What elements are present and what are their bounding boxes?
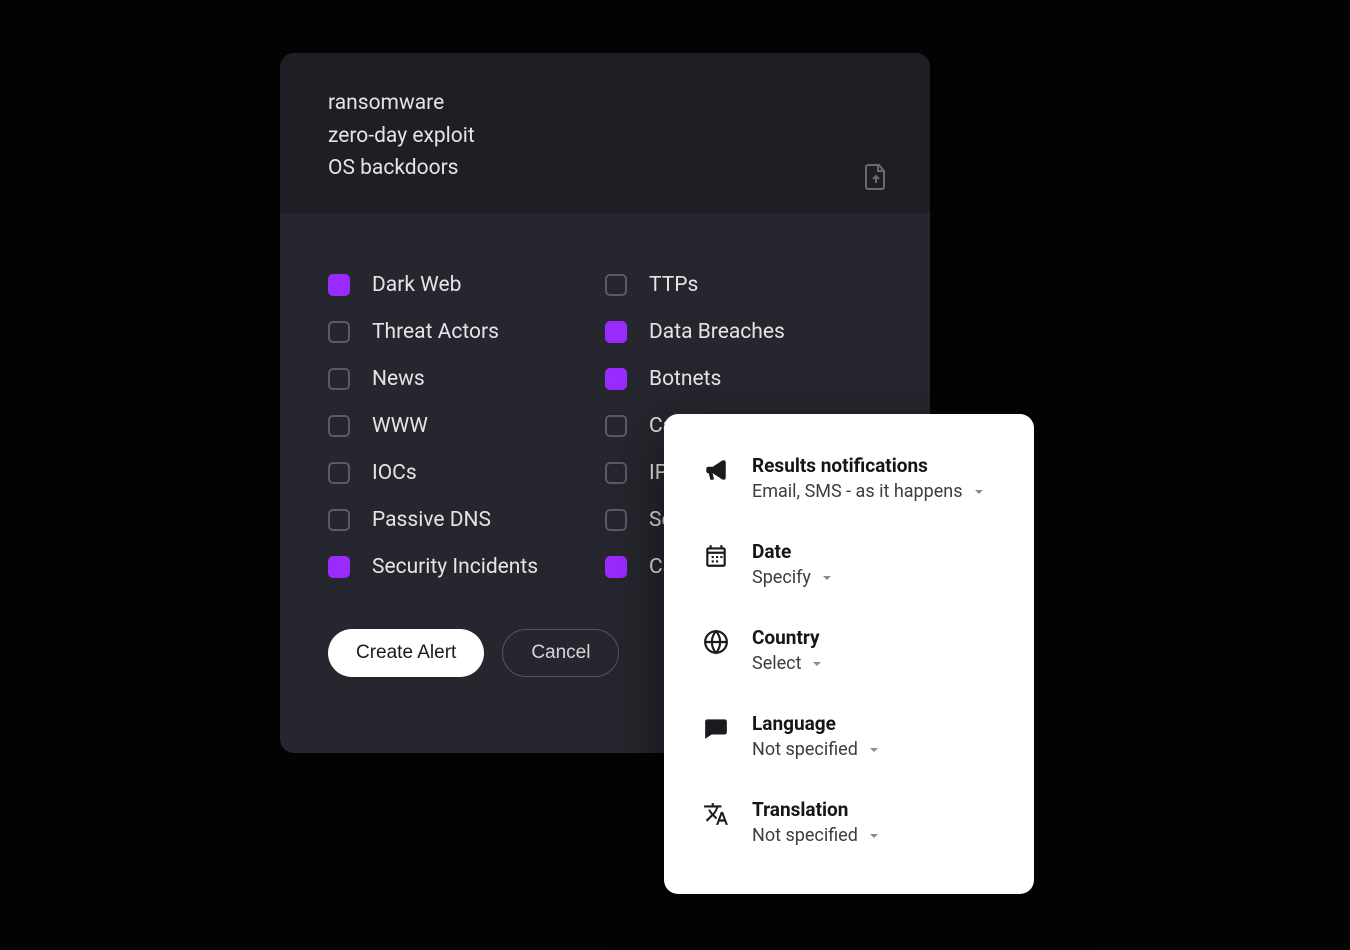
- checkbox[interactable]: [605, 556, 627, 578]
- chevron-down-icon: [811, 658, 823, 670]
- checkbox[interactable]: [328, 368, 350, 390]
- settings-value-text: Not specified: [752, 825, 858, 846]
- checkbox[interactable]: [605, 321, 627, 343]
- category-label: IOCs: [372, 461, 417, 485]
- settings-row-language: Language Not specified: [702, 712, 996, 760]
- category-item-ttps[interactable]: TTPs: [605, 273, 882, 297]
- category-item-threat-actors[interactable]: Threat Actors: [328, 320, 605, 344]
- category-label: Data Breaches: [649, 320, 785, 344]
- checkbox[interactable]: [328, 274, 350, 296]
- upload-file-icon[interactable]: [864, 163, 888, 191]
- keyword-line: OS backdoors: [328, 152, 882, 185]
- category-item-passive-dns[interactable]: Passive DNS: [328, 508, 605, 532]
- settings-value-dropdown[interactable]: Not specified: [752, 825, 996, 846]
- checkbox[interactable]: [605, 368, 627, 390]
- checkbox[interactable]: [328, 415, 350, 437]
- category-item-www[interactable]: WWW: [328, 414, 605, 438]
- category-item-dark-web[interactable]: Dark Web: [328, 273, 605, 297]
- checkbox[interactable]: [328, 509, 350, 531]
- chat-icon: [702, 714, 730, 742]
- checkbox[interactable]: [605, 274, 627, 296]
- cancel-button[interactable]: Cancel: [502, 629, 619, 677]
- category-item-data-breaches[interactable]: Data Breaches: [605, 320, 882, 344]
- category-label: News: [372, 367, 425, 391]
- checkbox[interactable]: [605, 415, 627, 437]
- category-label: Passive DNS: [372, 508, 491, 532]
- settings-title: Country: [752, 626, 996, 649]
- translate-icon: [702, 800, 730, 828]
- bullhorn-icon: [702, 456, 730, 484]
- category-label: TTPs: [649, 273, 698, 297]
- settings-value-dropdown[interactable]: Specify: [752, 567, 996, 588]
- category-label: Security Incidents: [372, 555, 538, 579]
- checkbox[interactable]: [328, 321, 350, 343]
- checkbox[interactable]: [605, 462, 627, 484]
- category-label: WWW: [372, 414, 428, 438]
- create-alert-button[interactable]: Create Alert: [328, 629, 484, 677]
- category-item-news[interactable]: News: [328, 367, 605, 391]
- settings-value-dropdown[interactable]: Select: [752, 653, 996, 674]
- keyword-line: zero-day exploit: [328, 120, 882, 153]
- category-label: Botnets: [649, 367, 721, 391]
- globe-icon: [702, 628, 730, 656]
- settings-row-country: Country Select: [702, 626, 996, 674]
- category-item-botnets[interactable]: Botnets: [605, 367, 882, 391]
- settings-popover: Results notifications Email, SMS - as it…: [664, 414, 1034, 894]
- chevron-down-icon: [973, 486, 985, 498]
- settings-title: Results notifications: [752, 454, 996, 477]
- checkbox[interactable]: [605, 509, 627, 531]
- settings-value-text: Not specified: [752, 739, 858, 760]
- category-item-security-incidents[interactable]: Security Incidents: [328, 555, 605, 579]
- calendar-icon: [702, 542, 730, 570]
- settings-title: Translation: [752, 798, 996, 821]
- settings-value-dropdown[interactable]: Email, SMS - as it happens: [752, 481, 996, 502]
- chevron-down-icon: [868, 830, 880, 842]
- category-item-iocs[interactable]: IOCs: [328, 461, 605, 485]
- settings-value-text: Specify: [752, 567, 811, 588]
- settings-value-dropdown[interactable]: Not specified: [752, 739, 996, 760]
- chevron-down-icon: [821, 572, 833, 584]
- settings-value-text: Select: [752, 653, 801, 674]
- chevron-down-icon: [868, 744, 880, 756]
- checkbox[interactable]: [328, 462, 350, 484]
- settings-row-date: Date Specify: [702, 540, 996, 588]
- keywords-input[interactable]: ransomware zero-day exploit OS backdoors: [280, 53, 930, 213]
- category-column-left: Dark Web Threat Actors News WWW IOCs Pas…: [328, 273, 605, 579]
- settings-value-text: Email, SMS - as it happens: [752, 481, 963, 502]
- checkbox[interactable]: [328, 556, 350, 578]
- category-label: Threat Actors: [372, 320, 499, 344]
- settings-row-notifications: Results notifications Email, SMS - as it…: [702, 454, 996, 502]
- settings-title: Date: [752, 540, 996, 563]
- settings-row-translation: Translation Not specified: [702, 798, 996, 846]
- keyword-line: ransomware: [328, 87, 882, 120]
- settings-title: Language: [752, 712, 996, 735]
- category-label: Dark Web: [372, 273, 461, 297]
